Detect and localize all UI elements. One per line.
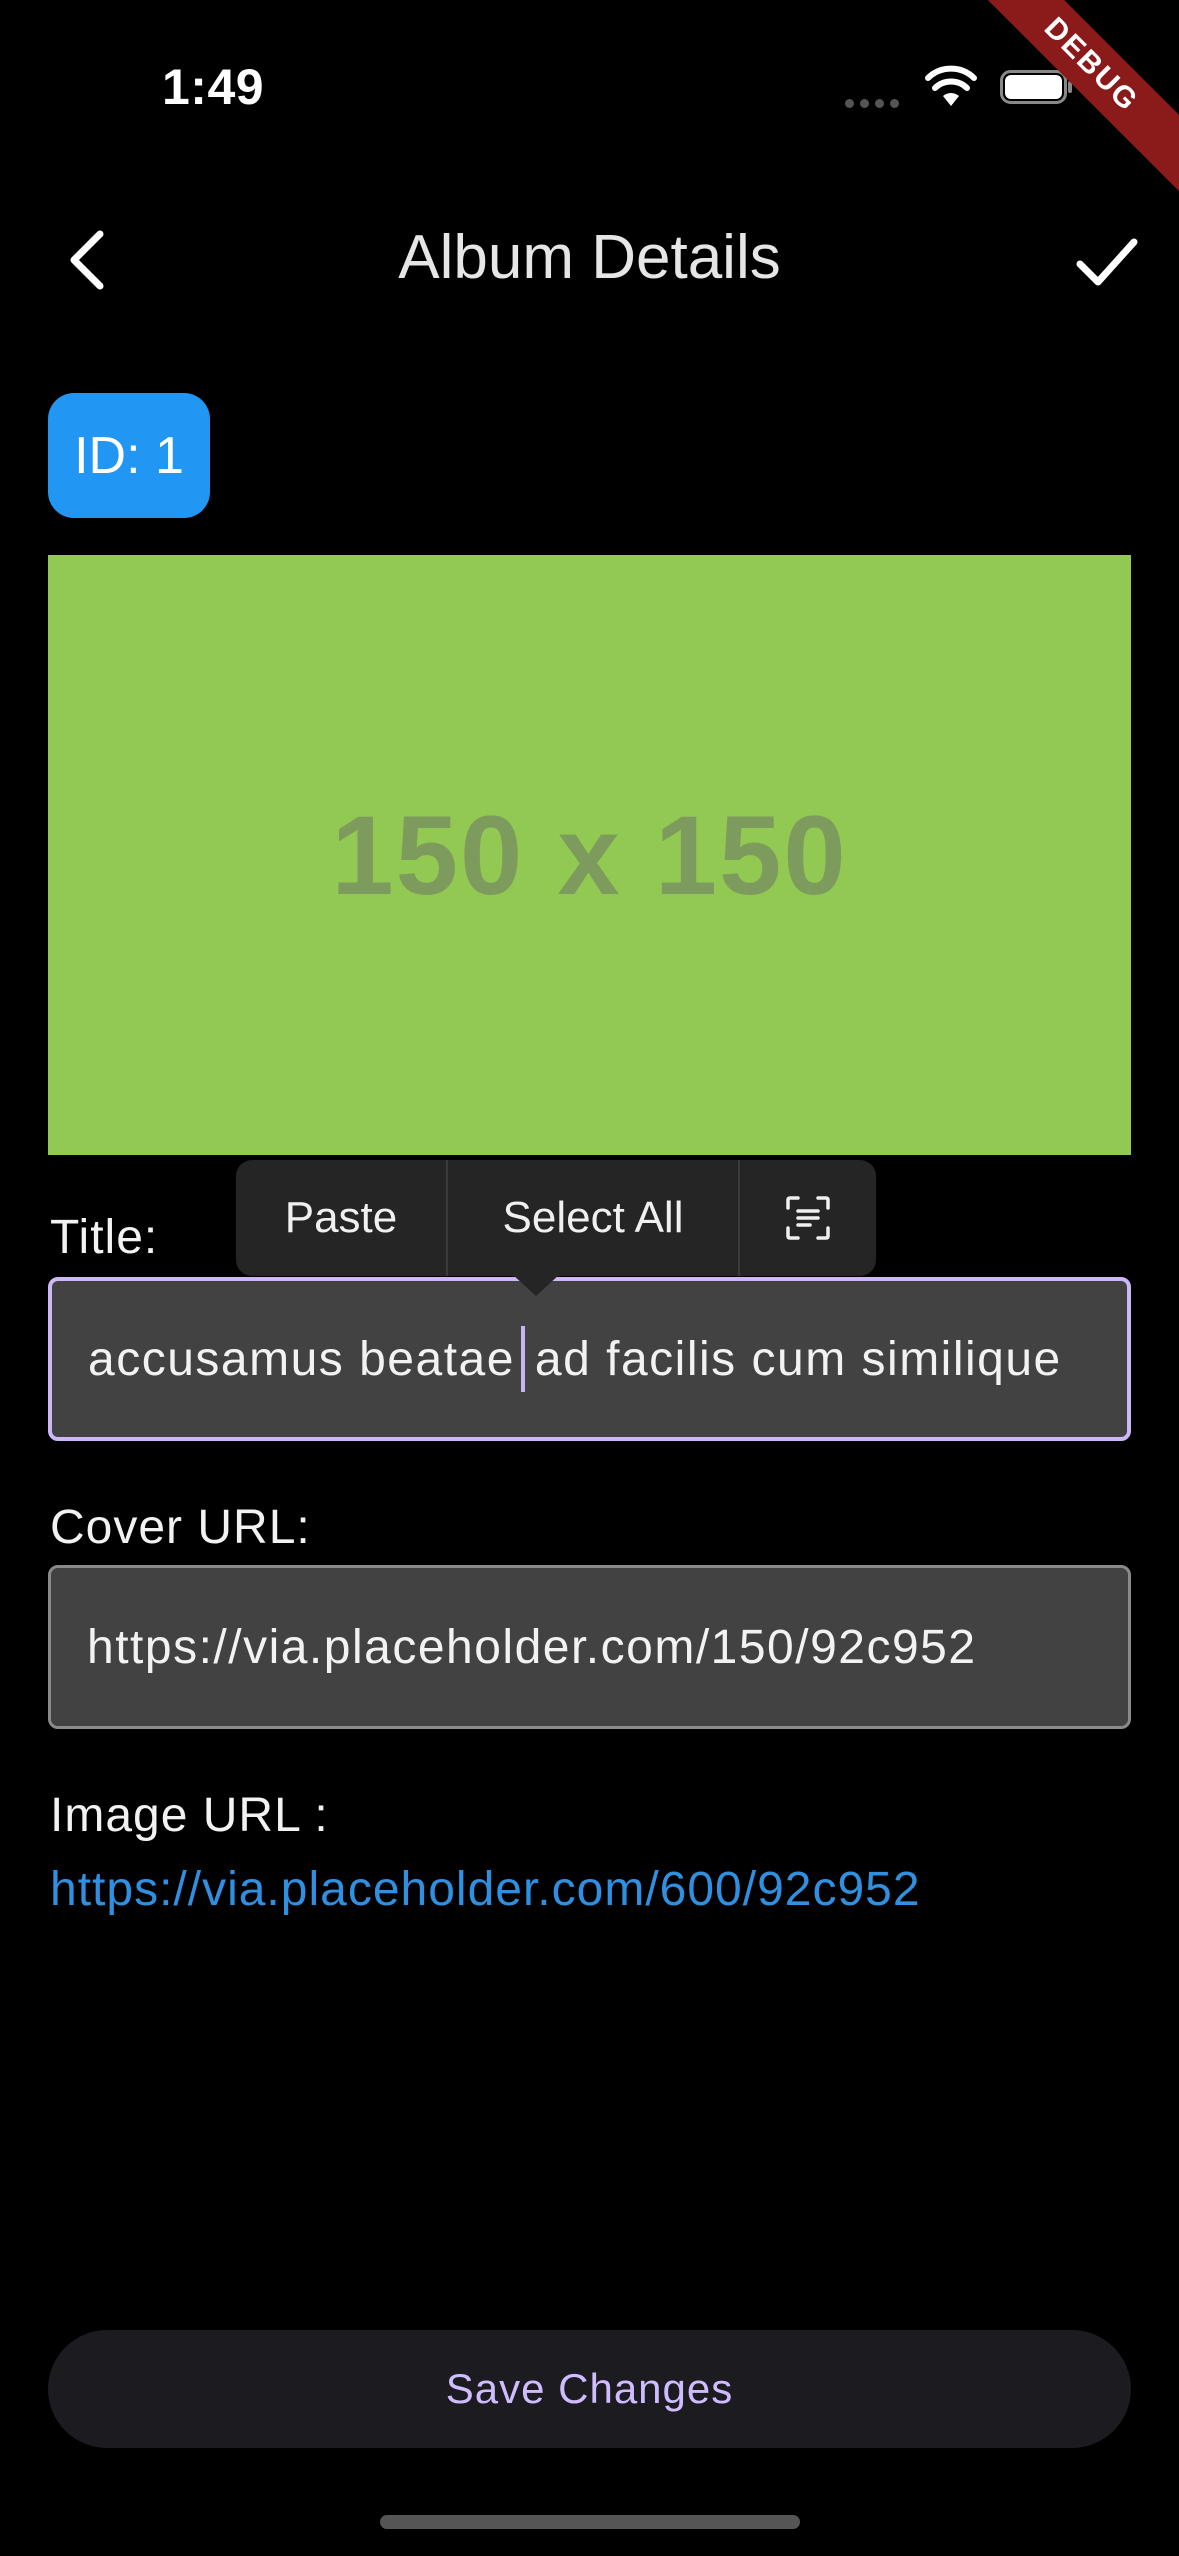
save-changes-button[interactable]: Save Changes (48, 2330, 1131, 2448)
status-time: 1:49 (162, 59, 265, 115)
cover-image: 150 x 150 (48, 555, 1131, 1155)
cellular-signal-icon (845, 95, 905, 108)
confirm-check-icon[interactable] (1074, 234, 1140, 290)
paste-button[interactable]: Paste (236, 1160, 446, 1276)
image-url-label: Image URL : (50, 1789, 329, 1842)
home-indicator (380, 2515, 800, 2529)
text-caret (520, 1326, 525, 1392)
title-text-before-caret: accusamus beatae (88, 1332, 515, 1386)
debug-banner: DEBUG (944, 0, 1179, 212)
title-label: Title: (50, 1211, 159, 1264)
title-input[interactable]: accusamus beatae ad facilis cum similique (48, 1277, 1131, 1441)
title-text-after-caret: ad facilis cum similique (534, 1332, 1062, 1386)
cover-image-placeholder-text: 150 x 150 (331, 792, 848, 918)
cover-url-value: https://via.placeholder.com/150/92c952 (87, 1620, 977, 1674)
context-menu-arrow (512, 1274, 560, 1296)
scan-text-button[interactable] (740, 1160, 876, 1276)
cover-url-label: Cover URL: (50, 1501, 311, 1554)
select-all-button[interactable]: Select All (446, 1160, 740, 1276)
image-url-link[interactable]: https://via.placeholder.com/600/92c952 (50, 1862, 921, 1917)
page-title: Album Details (398, 223, 781, 292)
wifi-icon (925, 65, 977, 106)
cover-url-input[interactable]: https://via.placeholder.com/150/92c952 (48, 1565, 1131, 1729)
album-id-badge: ID: 1 (48, 393, 210, 518)
text-scan-icon (786, 1196, 830, 1240)
text-context-menu: Paste Select All (236, 1160, 876, 1276)
